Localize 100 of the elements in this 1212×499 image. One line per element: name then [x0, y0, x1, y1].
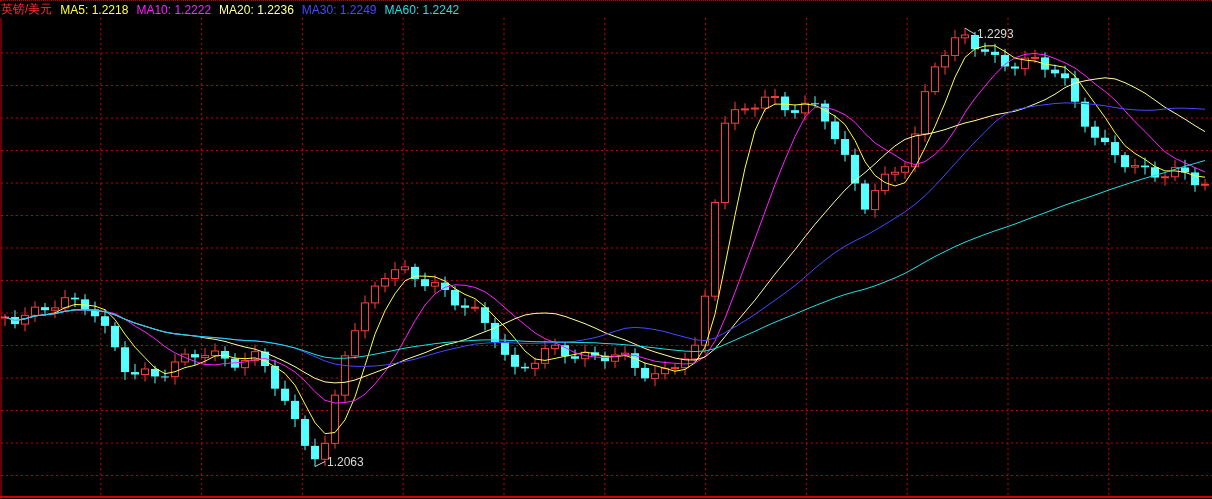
- candlestick: [781, 91, 789, 117]
- candlestick: [1001, 48, 1009, 72]
- candlestick: [771, 88, 779, 106]
- candlestick: [831, 114, 839, 145]
- candlestick: [1161, 172, 1169, 187]
- candlestick: [481, 301, 489, 331]
- candlestick: [231, 352, 239, 372]
- candlestick: [691, 336, 699, 364]
- candlestick: [601, 351, 609, 369]
- candlestick: [271, 359, 279, 397]
- candlestick: [381, 272, 389, 293]
- candlestick: [471, 298, 479, 313]
- candlestick: [641, 362, 649, 383]
- leader-line: [964, 27, 976, 35]
- candlestick: [451, 285, 459, 311]
- candlestick: [861, 179, 869, 215]
- candlestick: [971, 31, 979, 58]
- candlestick: [581, 343, 589, 368]
- candlestick: [411, 263, 419, 288]
- candlestick: [811, 95, 819, 108]
- candlestick: [871, 183, 879, 219]
- candlestick: [981, 42, 989, 57]
- candlestick: [891, 166, 899, 182]
- candlestick: [611, 347, 619, 369]
- candlestick: [131, 363, 139, 380]
- candlestick: [1021, 50, 1029, 77]
- candlestick: [531, 356, 539, 377]
- candlestick: [851, 148, 859, 192]
- candlestick: [441, 276, 449, 298]
- candlestick: [211, 342, 219, 362]
- candlestick: [1101, 129, 1109, 146]
- candlestick: [821, 99, 829, 130]
- candlestick: [331, 389, 339, 450]
- candlestick: [431, 274, 439, 294]
- candlestick: [31, 300, 39, 323]
- candlestick: [361, 294, 369, 339]
- candlestick: [591, 345, 599, 361]
- candlestick: [961, 27, 969, 45]
- candlestick: [1041, 51, 1049, 79]
- candlestick: [931, 62, 939, 96]
- candlestick: [121, 340, 129, 381]
- candlestick: [1031, 49, 1039, 64]
- candlestick: [991, 43, 999, 64]
- candlestick: [421, 272, 429, 292]
- candlestick: [551, 338, 559, 356]
- candlestick: [241, 352, 249, 377]
- candlestick: [751, 103, 759, 118]
- candlestick: [621, 345, 629, 361]
- candlestick: [741, 102, 749, 115]
- candlestick: [251, 344, 259, 367]
- candlestick: [201, 347, 209, 365]
- price-label: 1.2293: [977, 27, 1014, 42]
- candlestick: [521, 362, 529, 373]
- price-label: 1.2063: [327, 454, 364, 469]
- candlestick: [1111, 134, 1119, 164]
- candlestick: [1191, 167, 1199, 193]
- indicator-label: MA20: 1.2236: [219, 2, 294, 17]
- leader-line: [314, 461, 326, 468]
- candlestick: [1201, 178, 1209, 191]
- candlestick: [61, 289, 69, 312]
- candlestick: [311, 438, 319, 468]
- indicator-label: MA10: 1.2222: [136, 2, 212, 17]
- candlestick: [281, 380, 289, 406]
- candlestick: [11, 309, 19, 329]
- candlestick: [491, 317, 499, 349]
- candlestick: [1071, 70, 1079, 109]
- candlestick: [301, 414, 309, 451]
- candlestick: [541, 339, 549, 370]
- candlestick: [151, 365, 159, 384]
- candlestick: [21, 306, 29, 332]
- candlestick: [951, 29, 959, 62]
- candlestick: [1081, 97, 1089, 133]
- candlestick: [461, 297, 469, 317]
- candlestick: [941, 49, 949, 76]
- candlestick: [1121, 151, 1129, 173]
- candlestick: [561, 341, 569, 365]
- candlestick: [351, 322, 359, 360]
- candlestick: [911, 125, 919, 173]
- candlestick: [111, 321, 119, 352]
- chart-title: 英镑/美元: [1, 1, 53, 18]
- candlestick: [401, 259, 409, 275]
- candlestick: [1141, 157, 1149, 176]
- candlestick: [261, 347, 269, 374]
- candlestick: [1091, 120, 1099, 146]
- candlestick: [1151, 160, 1159, 183]
- candlestick: [701, 289, 709, 354]
- candlestick: [1051, 64, 1059, 78]
- candlestick: [501, 333, 509, 362]
- indicator-label: MA5: 1.2218: [60, 2, 129, 17]
- candlestick: [181, 347, 189, 367]
- candlestick: [91, 301, 99, 323]
- candlestick: [191, 349, 199, 366]
- candlestick: [651, 365, 659, 387]
- candlestick: [1181, 159, 1189, 181]
- candlestick: [1131, 158, 1139, 175]
- candlestick: [101, 308, 109, 334]
- candlestick: [391, 261, 399, 287]
- candlestick: [341, 350, 349, 404]
- candlestick: [1061, 65, 1069, 87]
- candlestick: [761, 89, 769, 113]
